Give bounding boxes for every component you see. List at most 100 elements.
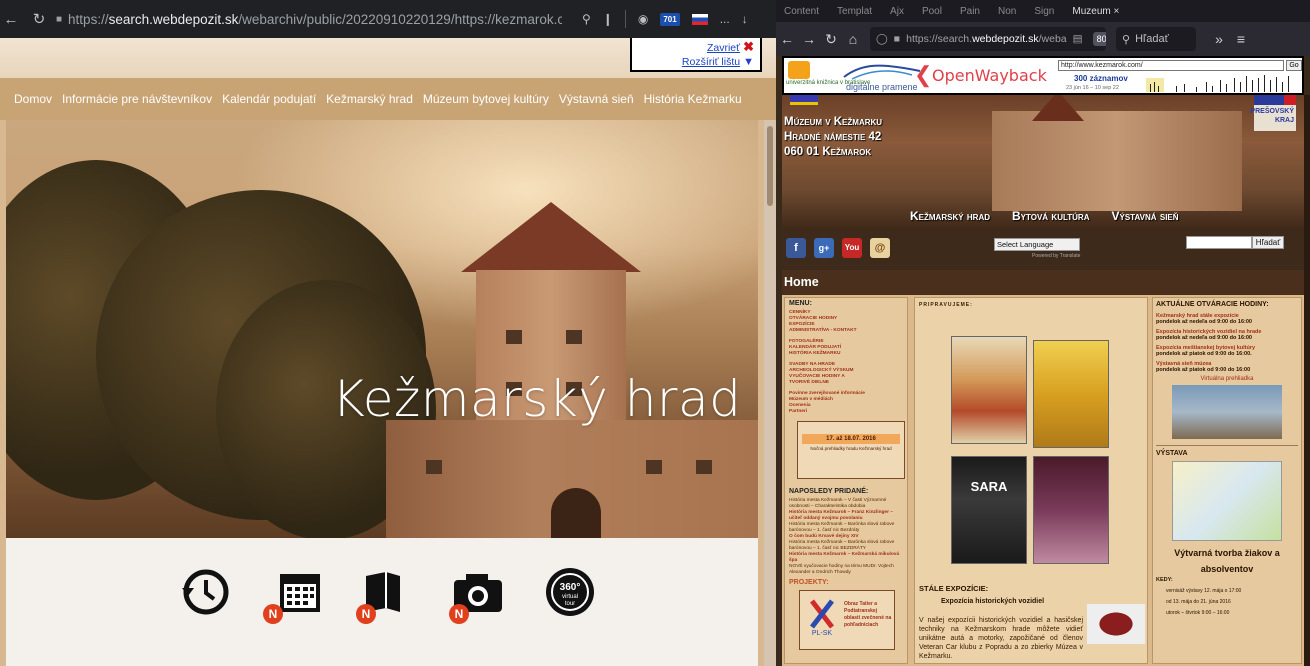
language-select[interactable]: Select Language [994,238,1080,251]
reload-icon[interactable]: ↻ [820,31,842,48]
menu-link[interactable]: Partneri [789,409,903,415]
wayback-toolbar: univerzitná knižnica v bratislave digitá… [782,56,1304,95]
translate-powered: Powered by Translate [1032,253,1081,259]
left-browser-window: ← ↻ ■ https://search.webdepozit.sk/webar… [0,0,776,666]
back-icon[interactable]: ← [776,31,798,47]
recent-item[interactable]: NOVÉ vyučovacie hodiny na tému MUDr. Voj… [789,564,903,576]
event-text: Nočná prehliadky hradu Kežmarský hrad [810,446,892,451]
reader-icon[interactable]: ▤ [1073,33,1083,45]
tab[interactable]: Templat [837,6,872,17]
extension-icon[interactable]: ◉ [638,12,648,26]
event-box[interactable]: 17. až 18.07. 2016 Nočná prehliadky hrad… [797,421,905,479]
menu-icon[interactable]: ≡ [1230,31,1252,47]
vintage-car-image[interactable] [1087,604,1145,644]
exhibition-poster[interactable] [1172,461,1282,541]
recent-item[interactable]: História mesta Kežmarok – Franz Kinzling… [789,510,903,522]
wayback-url-input[interactable]: http://www.kezmarok.com/ [1058,60,1284,71]
close-icon[interactable]: ✖ [743,39,754,54]
youtube-icon[interactable]: You [842,238,862,258]
event-poster[interactable] [1033,340,1109,448]
url-host: search.webdepozit.sk [108,11,239,27]
address-bar[interactable]: ■ https://search.webdepozit.sk/webarchiv… [56,12,562,27]
castle-window [506,330,522,344]
tab[interactable]: Pool [922,6,942,17]
tab[interactable]: Pain [960,6,980,17]
banner-link-housing[interactable]: Bytová kultúra [1012,209,1089,223]
facebook-icon[interactable]: f [786,238,806,258]
email-icon[interactable]: @ [870,238,890,258]
search-page-icon[interactable]: ⚲ [582,12,591,26]
tab-active[interactable]: Muzeum × [1072,6,1119,17]
opening-hours-icon[interactable] [178,566,230,618]
project-box[interactable]: PL-SK Obraz Tatier a Podtatranskej oblas… [799,590,895,650]
site-search-input[interactable] [1186,236,1252,249]
scrollbar-thumb[interactable] [767,126,773,206]
virtual-tour-icon[interactable]: 360° virtual tour [544,566,596,618]
toolbar-divider [624,10,626,28]
nav-castle[interactable]: Kežmarský hrad [326,92,413,106]
expand-icon[interactable]: ▼ [743,56,754,68]
banner-link-castle[interactable]: Kežmarský hrad [910,209,990,223]
page-scrollbar[interactable] [764,120,776,666]
tab[interactable]: Sign [1034,6,1054,17]
address-bar[interactable]: ◯ ■ https://search.webdepozit.sk/weba ▤ … [870,27,1106,51]
search-box[interactable]: ⚲ Hľadať [1116,27,1196,51]
tab[interactable]: Ajx [890,6,904,17]
nav-visitor-info[interactable]: Informácie pre návštevníkov [62,92,212,106]
url-host: webdepozit.sk [972,33,1039,45]
castle-photo[interactable] [1172,385,1282,439]
capture-sparkline[interactable] [1146,74,1296,92]
back-icon[interactable]: ← [0,11,22,28]
more-icon[interactable]: ... [720,12,730,26]
tab[interactable]: Non [998,6,1016,17]
event-poster[interactable] [951,336,1027,444]
bookmark-icon[interactable]: ❙ [603,12,613,26]
close-bar-link[interactable]: Zavrieť [707,42,740,54]
tab[interactable]: Content [784,6,819,17]
capture-range: 23 jún 16 – 10 sep 22 [1066,85,1119,91]
wayback-go-button[interactable]: Go [1286,60,1302,71]
recent-item[interactable]: História mesta Kežmarok – Barónka slová … [789,522,903,534]
nav-home[interactable]: Domov [14,92,52,106]
event-poster[interactable] [1033,456,1109,564]
lock-icon: ■ [893,33,901,45]
forward-icon[interactable]: → [798,31,820,47]
nav-exhibition-hall[interactable]: Výstavná sieň [559,92,634,106]
hero-image: Kežmarský hrad [6,120,758,538]
banner-link-exhibition[interactable]: Výstavná sieň [1111,209,1178,223]
recent-item[interactable]: História mesta Kežmarok – Kežmarská miku… [789,552,903,564]
flag-extension-icon[interactable] [691,13,708,25]
left-page-content: Zavrieť ✖ Rozšíriť lištu ▼ Domov Informáci… [0,38,776,666]
right-page-scrollbar[interactable] [1304,95,1310,666]
recent-item[interactable]: História mesta Kežmarok – Barónka slová … [789,540,903,552]
google-plus-icon[interactable]: g+ [814,238,834,258]
nav-events-calendar[interactable]: Kalendár podujatí [222,92,316,106]
openwayback-logo[interactable]: OpenWayback [932,66,1047,85]
nav-town-history[interactable]: História Kežmarku [644,92,742,106]
download-icon[interactable]: ↓ [742,12,748,26]
expand-bar-link[interactable]: Rozšíriť lištu [682,56,740,68]
hours-heading: AKTUÁLNE OTVÁRACIE HODINY: [1156,301,1269,308]
overflow-icon[interactable]: » [1208,31,1230,47]
quick-links-bar: N N N 360° virtual tour [6,538,758,666]
castle-window [696,460,712,474]
right-browser-toolbar: ← → ↻ ⌂ ◯ ■ https://search.webdepozit.sk… [776,22,1310,56]
site-search-button[interactable]: Hľadať [1252,236,1284,249]
zoom-indicator[interactable]: 80 % [1092,32,1106,46]
recent-item[interactable]: História mesta Kežmarok – V časti Význam… [789,498,903,510]
shield-icon: ◯ [876,33,888,45]
project-text: Obraz Tatier a Podtatranskej oblasti zve… [844,601,892,628]
screen: ← ↻ ■ https://search.webdepozit.sk/webar… [0,0,1310,666]
exhibition-title[interactable]: Expozícia historických vozidiel [941,598,1044,605]
home-icon[interactable]: ⌂ [842,31,864,47]
wayback-mini-bar: Zavrieť ✖ Rozšíriť lištu ▼ [630,38,762,72]
main-content: PRIPRAVUJEME: SARA STÁLE EXPOZÍCIE: Expo… [914,297,1148,664]
projects-heading: PROJEKTY: [789,579,829,586]
right-sidebar: AKTUÁLNE OTVÁRACIE HODINY: Kežmarský hra… [1152,297,1302,664]
extension-badge[interactable]: 701 [660,12,680,26]
nav-housing-museum[interactable]: Múzeum bytovej kultúry [423,92,549,106]
event-poster[interactable]: SARA [951,456,1027,564]
virtual-tour-link[interactable]: Virtuálna prehliadka [1156,376,1298,382]
pl-sk-logo-icon: PL-SK [810,599,834,637]
reload-icon[interactable]: ↻ [28,10,50,28]
